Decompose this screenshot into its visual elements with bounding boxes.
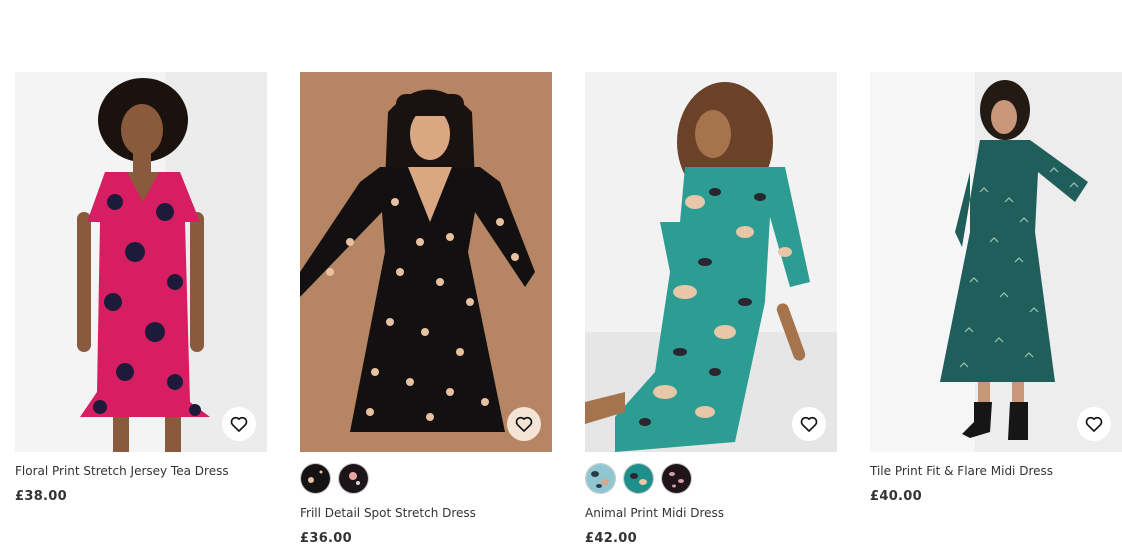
wishlist-button[interactable] <box>792 407 826 441</box>
product-card[interactable]: Animal Print Midi Dress £42.00 <box>585 72 837 546</box>
heart-icon <box>515 416 533 432</box>
product-card[interactable]: Frill Detail Spot Stretch Dress £36.00 <box>300 72 552 546</box>
swatch-teal-animal[interactable] <box>623 463 654 494</box>
product-price: £40.00 <box>870 489 922 504</box>
product-title[interactable]: Frill Detail Spot Stretch Dress <box>300 506 552 520</box>
swatch-blue-animal[interactable] <box>585 463 616 494</box>
product-price: £42.00 <box>585 531 637 546</box>
product-photo <box>870 72 1122 452</box>
product-title[interactable]: Floral Print Stretch Jersey Tea Dress <box>15 464 267 478</box>
product-photo <box>585 72 837 452</box>
wishlist-button[interactable] <box>507 407 541 441</box>
swatch-black-spot[interactable] <box>300 463 331 494</box>
product-price: £36.00 <box>300 531 352 546</box>
product-image[interactable] <box>870 72 1122 452</box>
swatch-black-animal[interactable] <box>661 463 692 494</box>
product-photo <box>300 72 552 452</box>
product-card[interactable]: Floral Print Stretch Jersey Tea Dress £3… <box>15 72 267 504</box>
heart-icon <box>800 416 818 432</box>
product-image[interactable] <box>300 72 552 452</box>
wishlist-button[interactable] <box>222 407 256 441</box>
heart-icon <box>1085 416 1103 432</box>
product-card[interactable]: Tile Print Fit & Flare Midi Dress £40.00 <box>870 72 1122 504</box>
product-title[interactable]: Tile Print Fit & Flare Midi Dress <box>870 464 1122 478</box>
product-image[interactable] <box>15 72 267 452</box>
product-image[interactable] <box>585 72 837 452</box>
colour-swatches <box>585 463 837 494</box>
wishlist-button[interactable] <box>1077 407 1111 441</box>
product-title[interactable]: Animal Print Midi Dress <box>585 506 837 520</box>
colour-swatches <box>300 463 552 494</box>
heart-icon <box>230 416 248 432</box>
product-price: £38.00 <box>15 489 67 504</box>
product-photo <box>15 72 267 452</box>
swatch-black-floral[interactable] <box>338 463 369 494</box>
